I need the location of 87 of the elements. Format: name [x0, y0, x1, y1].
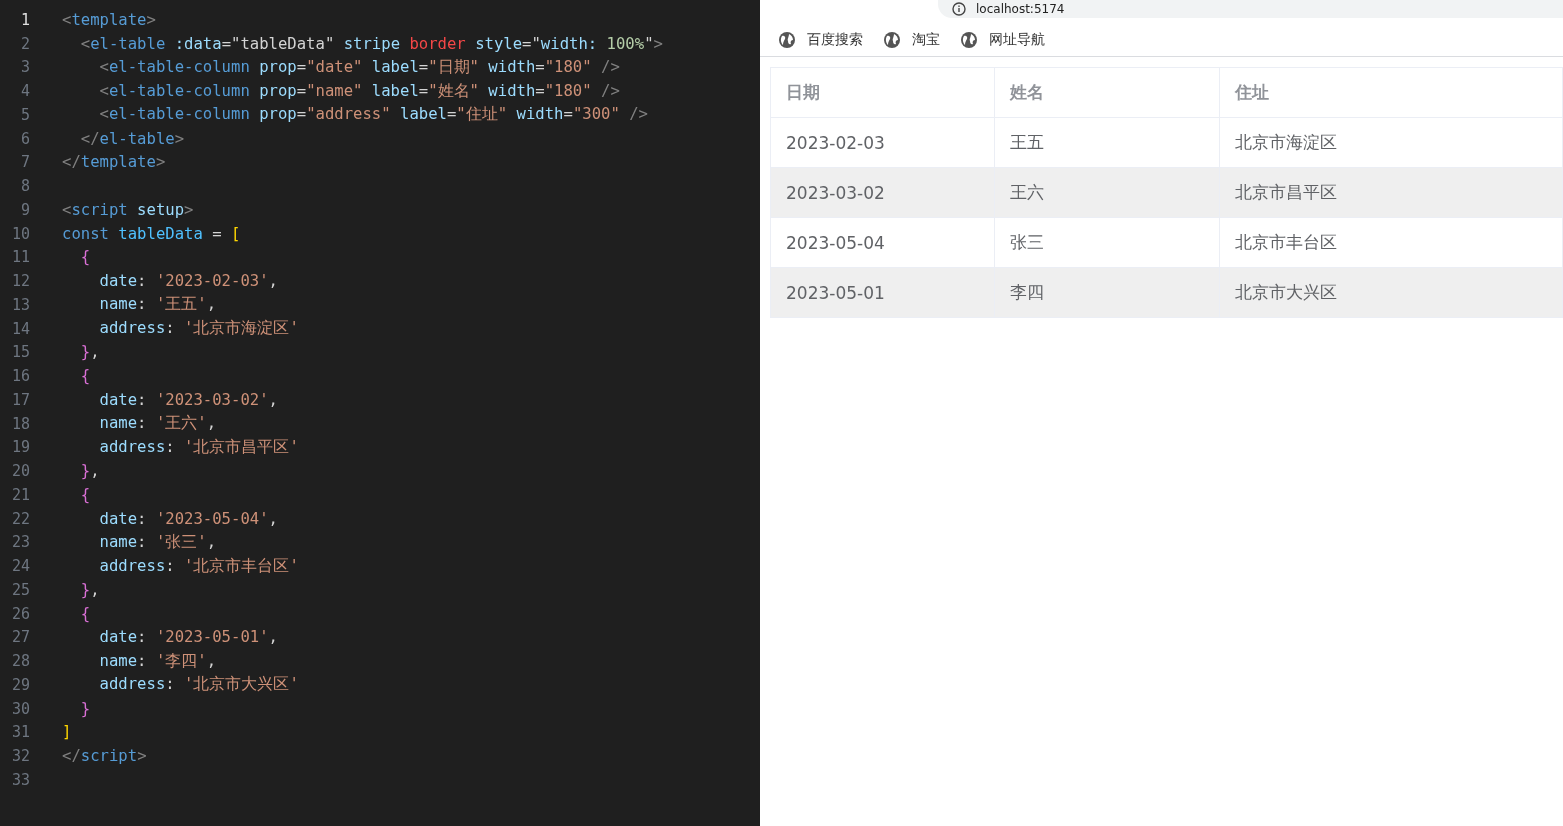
code-line: ] — [62, 723, 72, 742]
code-line: }, — [79, 343, 100, 362]
code-line: <el-table-column prop="name" label="姓名" width="180" /> — [98, 80, 620, 102]
line-number: 9 — [19, 200, 30, 219]
line-number: 4 — [19, 82, 30, 101]
line-number: 11 — [10, 248, 30, 267]
info-icon[interactable] — [952, 2, 966, 16]
code-line: name: '李四', — [98, 650, 217, 672]
code-line: } — [79, 699, 91, 718]
line-number: 7 — [19, 153, 30, 172]
table-cell: 北京市大兴区 — [1220, 268, 1563, 317]
code-line: </script> — [62, 747, 147, 766]
line-number: 2 — [19, 34, 30, 53]
table-cell: 张三 — [995, 218, 1220, 267]
line-number: 30 — [10, 699, 30, 718]
code-line: { — [79, 485, 91, 504]
code-line: name: '王六', — [98, 413, 217, 435]
table-cell: 2023-05-04 — [771, 218, 995, 267]
line-number: 29 — [10, 675, 30, 694]
code-line: <template> — [62, 10, 156, 29]
code-line: date: '2023-03-02', — [98, 390, 278, 409]
line-number: 27 — [10, 628, 30, 647]
line-number: 12 — [10, 272, 30, 291]
code-line: { — [79, 367, 91, 386]
line-number: 20 — [10, 462, 30, 481]
code-line: date: '2023-02-03', — [98, 272, 278, 291]
line-number: 23 — [10, 533, 30, 552]
line-number: 19 — [10, 438, 30, 457]
column-header: 姓名 — [995, 68, 1220, 117]
table-cell: 北京市海淀区 — [1220, 118, 1563, 167]
globe-icon — [778, 31, 796, 49]
line-number: 25 — [10, 580, 30, 599]
line-number: 10 — [10, 224, 30, 243]
code-line: address: '北京市大兴区' — [98, 674, 299, 696]
table-cell: 2023-02-03 — [771, 118, 995, 167]
code-line: date: '2023-05-01', — [98, 628, 278, 647]
code-line: name: '王五', — [98, 294, 217, 316]
line-number: 14 — [10, 319, 30, 338]
line-number: 8 — [19, 177, 30, 196]
line-number: 13 — [10, 295, 30, 314]
table-cell: 王五 — [995, 118, 1220, 167]
line-number: 16 — [10, 367, 30, 386]
line-number: 3 — [19, 58, 30, 77]
table-cell: 北京市丰台区 — [1220, 218, 1563, 267]
table-cell: 2023-03-02 — [771, 168, 995, 217]
line-number: 26 — [10, 604, 30, 623]
code-line: const tableData = [ — [62, 224, 241, 243]
code-line: </template> — [62, 153, 166, 172]
line-number: 6 — [19, 129, 30, 148]
bookmark-link[interactable]: 网址导航 — [960, 28, 1045, 52]
line-number: 24 — [10, 557, 30, 576]
line-number: 5 — [19, 105, 30, 124]
table-cell: 王六 — [995, 168, 1220, 217]
code-line: <el-table-column prop="date" label="日期" width="180" /> — [98, 56, 620, 78]
globe-icon — [883, 31, 901, 49]
column-header: 日期 — [771, 68, 995, 117]
code-line: { — [79, 604, 91, 623]
line-number: 21 — [10, 485, 30, 504]
code-line: date: '2023-05-04', — [98, 509, 278, 528]
address-bar[interactable]: localhost:5174 — [938, 0, 1563, 18]
code-line: { — [79, 248, 91, 267]
table-cell: 李四 — [995, 268, 1220, 317]
line-number: 15 — [10, 343, 30, 362]
globe-icon — [960, 31, 978, 49]
column-header: 住址 — [1220, 68, 1563, 117]
code-line: }, — [79, 462, 100, 481]
code-line: <el-table :data="tableData" stripe border style="width: 100%"> — [79, 34, 663, 53]
table-cell: 2023-05-01 — [771, 268, 995, 317]
code-line: }, — [79, 580, 100, 599]
code-line: <script setup> — [62, 200, 194, 219]
code-line: address: '北京市丰台区' — [98, 555, 299, 577]
table-cell: 北京市昌平区 — [1220, 168, 1563, 217]
code-line: address: '北京市海淀区' — [98, 318, 299, 340]
line-number: 33 — [10, 770, 30, 789]
bookmark-link[interactable]: 百度搜索 — [778, 28, 863, 52]
code-line: address: '北京市昌平区' — [98, 436, 299, 458]
line-number: 28 — [10, 652, 30, 671]
line-number: 22 — [10, 509, 30, 528]
line-number: 32 — [10, 747, 30, 766]
code-line: <el-table-column prop="address" label="住址" width="300" /> — [98, 104, 648, 126]
code-line: </el-table> — [79, 129, 185, 148]
line-number: 17 — [10, 390, 30, 409]
code-line: name: '张三', — [98, 531, 217, 553]
line-number: 18 — [10, 414, 30, 433]
line-number: 31 — [10, 723, 30, 742]
bookmark-link[interactable]: 淘宝 — [883, 28, 940, 52]
line-number: 1 — [19, 10, 30, 29]
